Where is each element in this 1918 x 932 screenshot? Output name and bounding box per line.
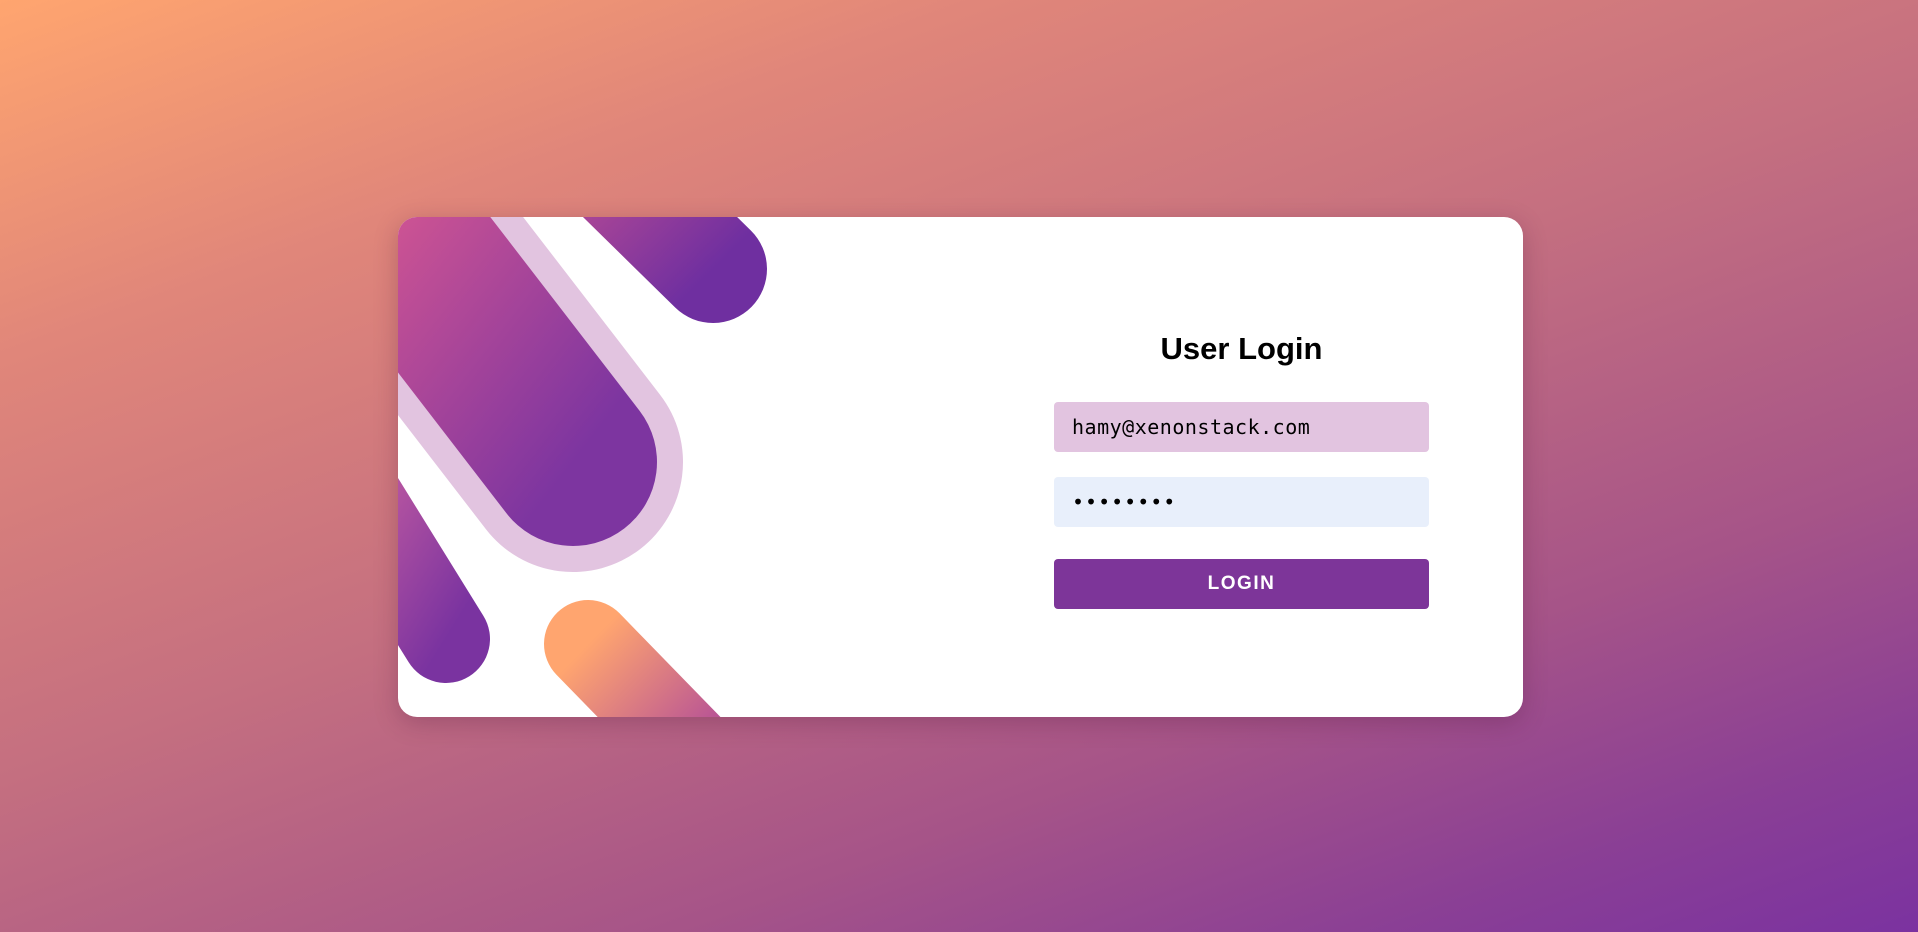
- top-pill-shape: [582, 217, 767, 323]
- login-form: User Login LOGIN: [1054, 329, 1429, 609]
- login-title: User Login: [1160, 331, 1323, 366]
- login-page: { "login": { "title": "User Login", "ema…: [0, 0, 1918, 932]
- password-input[interactable]: [1054, 477, 1429, 527]
- bottom-orange-pill-shape: [544, 600, 721, 717]
- login-card: User Login LOGIN: [398, 217, 1523, 717]
- login-button[interactable]: LOGIN: [1054, 559, 1429, 609]
- left-small-pill-shape: [398, 478, 490, 683]
- email-input[interactable]: [1054, 402, 1429, 452]
